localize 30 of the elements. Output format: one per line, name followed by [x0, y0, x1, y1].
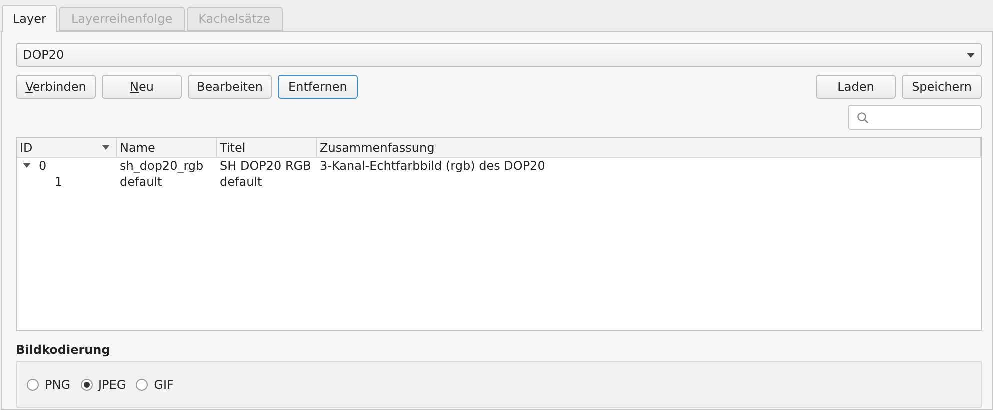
button[interactable]: Laden	[816, 75, 896, 99]
tab[interactable]: Layer	[2, 5, 58, 32]
radio-button[interactable]	[136, 378, 148, 390]
button[interactable]: Bearbeiten	[188, 75, 272, 99]
button[interactable]: Verbinden	[16, 75, 96, 99]
radio-button[interactable]	[27, 378, 39, 390]
radio-button[interactable]	[80, 378, 93, 390]
expanded-arrow-icon[interactable]	[23, 163, 31, 169]
radio-label: JPEG	[98, 378, 126, 392]
button[interactable]: Neu	[102, 75, 182, 99]
radio-label: GIF	[154, 378, 174, 392]
title-cell-text: default	[219, 175, 264, 189]
id-cell: 0	[39, 159, 47, 173]
search-field[interactable]	[848, 105, 982, 130]
button[interactable]: Speichern	[902, 75, 982, 99]
dropdown-arrow-icon	[967, 52, 975, 58]
column-header[interactable]: Titel	[217, 138, 317, 158]
column-header[interactable]: Zusammenfassung	[317, 138, 981, 158]
column-header[interactable]: ID	[17, 138, 117, 158]
radio-label: PNG	[45, 378, 71, 392]
layer-dropdown[interactable]: DOP20	[16, 43, 982, 67]
column-header[interactable]: Name	[117, 138, 217, 158]
name-cell-text: sh_dop20_rgb	[119, 159, 205, 173]
summary-cell-text: 3-Kanal-Echtfarbbild (rgb) des DOP20	[319, 159, 546, 173]
id-cell: 1	[55, 175, 63, 189]
name-cell-text: default	[119, 175, 164, 189]
group-title: Bildkodierung	[16, 343, 112, 357]
focused-button[interactable]: Entfernen	[278, 75, 358, 99]
title-cell-text: SH DOP20 RGB	[219, 159, 312, 173]
search-icon	[857, 112, 869, 124]
